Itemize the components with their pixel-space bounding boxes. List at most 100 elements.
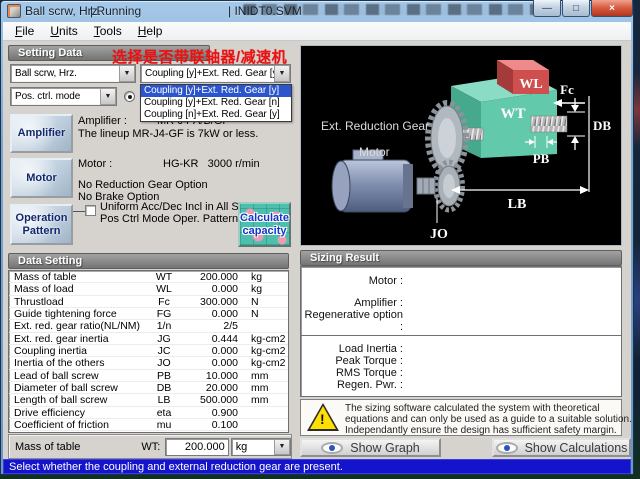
diagram-label-wt: WT bbox=[500, 106, 525, 122]
dropdown-option[interactable]: Coupling [y]+Ext. Red. Gear [y] bbox=[141, 85, 291, 97]
result-rms-torque-label: RMS Torque : bbox=[303, 367, 403, 379]
diagram-label-motor: Motor bbox=[359, 145, 390, 159]
edit-row-symbol: WT: bbox=[141, 441, 164, 453]
table-row: Mass of tableWT200.000kg bbox=[9, 271, 288, 283]
amplifier-note: The lineup MR-J4-GF is 7kW or less. bbox=[78, 128, 258, 140]
calculate-capacity-label-1: Calculate bbox=[240, 212, 289, 225]
result-divider bbox=[301, 335, 621, 336]
amplifier-button[interactable]: Amplifier bbox=[10, 114, 73, 153]
uniform-accdec-checkbox[interactable] bbox=[85, 205, 96, 216]
warning-panel: ! The sizing software calculated the sys… bbox=[300, 399, 622, 436]
warning-text-3: Independantly ensure the design has suff… bbox=[345, 425, 617, 436]
amplifier-label: Amplifier : bbox=[78, 115, 127, 127]
warning-text-2: equations and can only be used as a guid… bbox=[345, 414, 632, 425]
minimize-button[interactable]: — bbox=[533, 0, 561, 17]
coupling-dropdown-list: Coupling [y]+Ext. Red. Gear [y]Coupling … bbox=[140, 84, 292, 122]
control-mode-combobox[interactable]: Pos. ctrl. mode ▼ bbox=[10, 87, 117, 106]
chevron-down-icon[interactable]: ▼ bbox=[274, 65, 290, 82]
motor-button[interactable]: Motor bbox=[10, 158, 73, 198]
mechanism-combobox[interactable]: Ball scrw, Hrz. ▼ bbox=[10, 64, 136, 83]
menu-tools[interactable]: Tools bbox=[86, 23, 130, 40]
edit-row-input[interactable] bbox=[165, 438, 229, 456]
motor-label: Motor : bbox=[78, 158, 112, 170]
result-peak-torque-label: Peak Torque : bbox=[303, 355, 403, 367]
table-row: Diameter of ball screwDB20.000mm bbox=[9, 382, 288, 394]
minimize-icon: — bbox=[542, 3, 552, 14]
connector-line bbox=[73, 211, 85, 212]
chevron-down-icon[interactable]: ▼ bbox=[100, 88, 116, 105]
maximize-button[interactable]: □ bbox=[562, 0, 590, 17]
maximize-icon: □ bbox=[573, 3, 579, 14]
sizing-result-panel: Motor : Amplifier : Regenerative option … bbox=[300, 266, 622, 397]
diagram-label-ext-gear: Ext. Reduction Gear bbox=[321, 119, 429, 133]
status-bar: Select whether the coupling and external… bbox=[3, 459, 631, 474]
chevron-down-icon[interactable]: ▼ bbox=[119, 65, 135, 82]
table-row: ThrustloadFc300.000N bbox=[9, 296, 288, 308]
show-graph-button[interactable]: Show Graph bbox=[300, 438, 441, 457]
coupling-combobox[interactable]: Coupling [y]+Ext. Red. Gear [y] ▼ bbox=[140, 64, 291, 83]
dropdown-option[interactable]: Coupling [y]+Ext. Red. Gear [n] bbox=[141, 97, 291, 109]
table-row: Coefficient of frictionmu0.100 bbox=[9, 419, 288, 431]
result-motor-label: Motor : bbox=[303, 275, 403, 287]
no-reduction-gear-text: No Reduction Gear Option bbox=[78, 179, 208, 191]
control-mode-combobox-value: Pos. ctrl. mode bbox=[11, 91, 100, 102]
unit-combobox[interactable]: kg ▼ bbox=[231, 438, 291, 456]
table-row: Guide tightening forceFG0.000N bbox=[9, 308, 288, 320]
title-watermark bbox=[243, 4, 543, 15]
result-regen-pwr-label: Regen. Pwr. : bbox=[303, 379, 403, 391]
calculate-capacity-button[interactable]: Calculate capacity bbox=[238, 202, 291, 247]
data-setting-header: Data Setting bbox=[8, 253, 289, 269]
diagram-label-wl: WL bbox=[519, 77, 542, 92]
motor-value: HG-KR 3000 r/min bbox=[163, 158, 260, 170]
diagram-label-lb: LB bbox=[508, 197, 527, 212]
diagram-label-fc: Fc bbox=[560, 82, 574, 97]
diagram-svg: WL WT Fc DB PB LB JO Ext. Reduction Gear… bbox=[301, 46, 621, 245]
diagram-label-jo: JO bbox=[430, 227, 448, 242]
mechanism-diagram: WL WT Fc DB PB LB JO Ext. Reduction Gear… bbox=[300, 45, 622, 246]
unit-combobox-value: kg bbox=[232, 441, 274, 453]
close-icon: × bbox=[609, 3, 615, 14]
eye-icon bbox=[496, 442, 518, 454]
uniform-accdec-text-2: Pos Ctrl Mode Oper. Pattern bbox=[100, 213, 238, 225]
dropdown-option[interactable]: Coupling [n]+Ext. Red. Gear [y] bbox=[141, 109, 291, 121]
result-regen-option-label: Regenerative option : bbox=[303, 309, 403, 333]
warning-text-1: The sizing software calculated the syste… bbox=[345, 403, 600, 414]
table-row: Coupling inertiaJC0.000kg-cm2 bbox=[9, 345, 288, 357]
table-row: Ext. red. gear inertiaJG0.444kg-cm2 bbox=[9, 333, 288, 345]
window-controls: — □ × bbox=[532, 0, 633, 17]
table-row: Lead of ball screwPB10.000mm bbox=[9, 370, 288, 382]
table-row: Drive efficiencyeta0.900 bbox=[9, 407, 288, 419]
chevron-down-icon[interactable]: ▼ bbox=[274, 439, 290, 455]
show-graph-label: Show Graph bbox=[350, 441, 419, 455]
table-row: Length of ball screwLB500.000mm bbox=[9, 394, 288, 406]
feed-option-radio[interactable] bbox=[124, 91, 135, 102]
operation-pattern-label-2: Pattern bbox=[23, 225, 61, 238]
diagram-label-pb: PB bbox=[533, 151, 550, 166]
menu-help[interactable]: Help bbox=[130, 23, 171, 40]
warning-icon: ! bbox=[307, 403, 339, 431]
eye-icon bbox=[321, 442, 343, 454]
show-calculations-button[interactable]: Show Calculations bbox=[492, 438, 631, 457]
menu-units[interactable]: Units bbox=[42, 23, 85, 40]
operation-pattern-label-1: Operation bbox=[16, 212, 68, 225]
mechanism-combobox-value: Ball scrw, Hrz. bbox=[11, 68, 119, 79]
motor-button-label: Motor bbox=[26, 172, 57, 185]
result-amplifier-label: Amplifier : bbox=[303, 297, 403, 309]
menu-file[interactable]: File bbox=[7, 23, 42, 40]
calculate-capacity-label-2: capacity bbox=[242, 225, 286, 238]
operation-pattern-button[interactable]: Operation Pattern bbox=[10, 204, 73, 245]
edit-row-panel: Mass of table WT: kg ▼ bbox=[8, 434, 292, 459]
menu-bar: FileUnitsToolsHelp bbox=[3, 22, 631, 41]
coupling-combobox-value: Coupling [y]+Ext. Red. Gear [y] bbox=[141, 68, 274, 79]
show-calculations-label: Show Calculations bbox=[525, 441, 628, 455]
table-row: Ext. red. gear ratio(NL/NM)1/n2/5 bbox=[9, 320, 288, 332]
diagram-label-db: DB bbox=[593, 118, 611, 133]
app-icon bbox=[7, 4, 21, 18]
sizing-result-header: Sizing Result bbox=[300, 250, 622, 266]
result-load-inertia-label: Load Inertia : bbox=[303, 343, 403, 355]
close-button[interactable]: × bbox=[591, 0, 633, 17]
window-title-status: | Running bbox=[90, 4, 141, 18]
table-row: Mass of loadWL0.000kg bbox=[9, 283, 288, 295]
table-row: Inertia of the othersJO0.000kg-cm2 bbox=[9, 357, 288, 369]
data-setting-table: Mass of tableWT200.000kgMass of loadWL0.… bbox=[8, 270, 289, 433]
